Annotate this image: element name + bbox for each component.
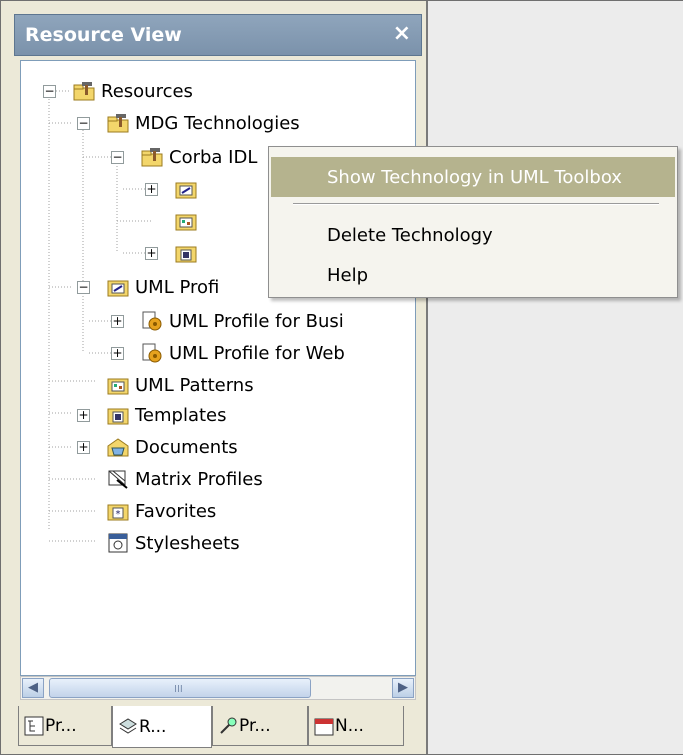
menu-item-delete-technology[interactable]: Delete Technology	[271, 215, 675, 255]
tree-node-toolbox[interactable]	[175, 174, 203, 204]
tree-node-label: Corba IDL	[169, 146, 258, 168]
panel-titlebar: Resource View ×	[14, 14, 422, 56]
profile-icon	[142, 343, 162, 363]
template-folder-icon	[107, 408, 129, 425]
tree-node-label: Favorites	[135, 500, 217, 522]
tab-label: Pr...	[45, 715, 77, 736]
svg-text:*: *	[116, 509, 121, 520]
tree-node-stylesheets[interactable]: Stylesheets	[107, 528, 240, 558]
project-browser-icon	[24, 716, 44, 735]
tab-label: R...	[139, 716, 167, 737]
tree-node-templates-child[interactable]	[175, 238, 203, 268]
expand-toggle[interactable]: +	[145, 183, 158, 196]
scroll-right-icon[interactable]: ▶	[392, 678, 414, 698]
tree-node-mdg-technologies[interactable]: MDG Technologies	[107, 108, 300, 138]
panel-tabs: Pr... R... Pr... N...	[14, 706, 422, 754]
notes-icon	[314, 718, 334, 735]
tree-node-uml-patterns[interactable]: UML Patterns	[107, 370, 254, 400]
tab-properties[interactable]: Pr...	[212, 706, 308, 746]
tree-node-label: MDG Technologies	[135, 112, 300, 134]
stylesheet-icon	[108, 533, 128, 553]
tab-resources[interactable]: R...	[112, 706, 212, 748]
menu-item-show-technology[interactable]: Show Technology in UML Toolbox	[271, 157, 675, 197]
collapse-toggle[interactable]: −	[77, 117, 90, 130]
panel-title: Resource View	[25, 24, 182, 46]
hammer-folder-icon	[107, 114, 129, 133]
tree-node-label: UML Profile for Busi	[169, 310, 344, 332]
toolbox-folder-icon	[175, 182, 197, 199]
favorites-icon: *	[107, 504, 129, 521]
menu-separator	[293, 203, 659, 205]
resource-view-panel: Resource View × − Resources − MDG Techno…	[14, 14, 422, 754]
pattern-folder-icon	[175, 214, 197, 231]
tree-node-label: Templates	[135, 404, 227, 426]
collapse-toggle[interactable]: −	[77, 281, 90, 294]
hammer-folder-icon	[73, 82, 95, 101]
tree-node-templates[interactable]: Templates	[107, 400, 227, 430]
expand-toggle[interactable]: +	[145, 247, 158, 260]
tree-node-label: Resources	[101, 80, 193, 102]
scroll-left-icon[interactable]: ◀	[22, 678, 44, 698]
tree-node-corba-idl[interactable]: Corba IDL	[141, 142, 257, 172]
hammer-folder-icon	[141, 148, 163, 167]
tree-node-patterns[interactable]	[175, 206, 203, 236]
horizontal-scrollbar[interactable]: ◀ III ▶	[20, 676, 416, 700]
tree-node-uml-profiles[interactable]: UML Profi	[107, 272, 219, 302]
context-menu: Show Technology in UML Toolbox Delete Te…	[268, 146, 678, 298]
collapse-toggle[interactable]: −	[43, 85, 56, 98]
tab-label: Pr...	[239, 715, 271, 736]
tree-node-label: Documents	[135, 436, 238, 458]
tree-node-uml-profile-web[interactable]: UML Profile for Web	[141, 338, 345, 368]
template-folder-icon	[175, 246, 197, 263]
collapse-toggle[interactable]: −	[111, 151, 124, 164]
tree-node-resources[interactable]: Resources	[73, 76, 193, 106]
tab-project-browser[interactable]: Pr...	[18, 706, 112, 746]
tree-node-label: Matrix Profiles	[135, 468, 263, 490]
expand-toggle[interactable]: +	[111, 347, 124, 360]
properties-icon	[220, 717, 237, 734]
tree-node-matrix-profiles[interactable]: Matrix Profiles	[107, 464, 263, 494]
tab-label: N...	[335, 715, 364, 736]
diagram-area[interactable]	[426, 1, 683, 754]
expand-toggle[interactable]: +	[111, 315, 124, 328]
tree-node-label: UML Profile for Web	[169, 342, 345, 364]
toolbox-folder-icon	[107, 280, 129, 297]
expand-toggle[interactable]: +	[77, 409, 90, 422]
tree-node-documents[interactable]: Documents	[107, 432, 238, 462]
tree-node-favorites[interactable]: * Favorites	[107, 496, 216, 526]
resources-icon	[119, 717, 137, 734]
menu-item-help[interactable]: Help	[271, 255, 675, 295]
scroll-grip: III	[174, 684, 183, 695]
tree-node-label: UML Patterns	[135, 374, 254, 396]
documents-icon	[107, 438, 129, 457]
close-icon[interactable]: ×	[393, 21, 411, 46]
tree-node-uml-profile-business[interactable]: UML Profile for Busi	[141, 306, 344, 336]
tree-node-label: UML Profi	[135, 276, 220, 298]
expand-toggle[interactable]: +	[77, 441, 90, 454]
profile-icon	[142, 311, 162, 331]
pattern-folder-icon	[107, 378, 129, 395]
tab-notes[interactable]: N...	[308, 706, 404, 746]
tree-node-label: Stylesheets	[135, 532, 240, 554]
matrix-icon	[108, 470, 128, 489]
scroll-thumb[interactable]: III	[49, 678, 311, 698]
